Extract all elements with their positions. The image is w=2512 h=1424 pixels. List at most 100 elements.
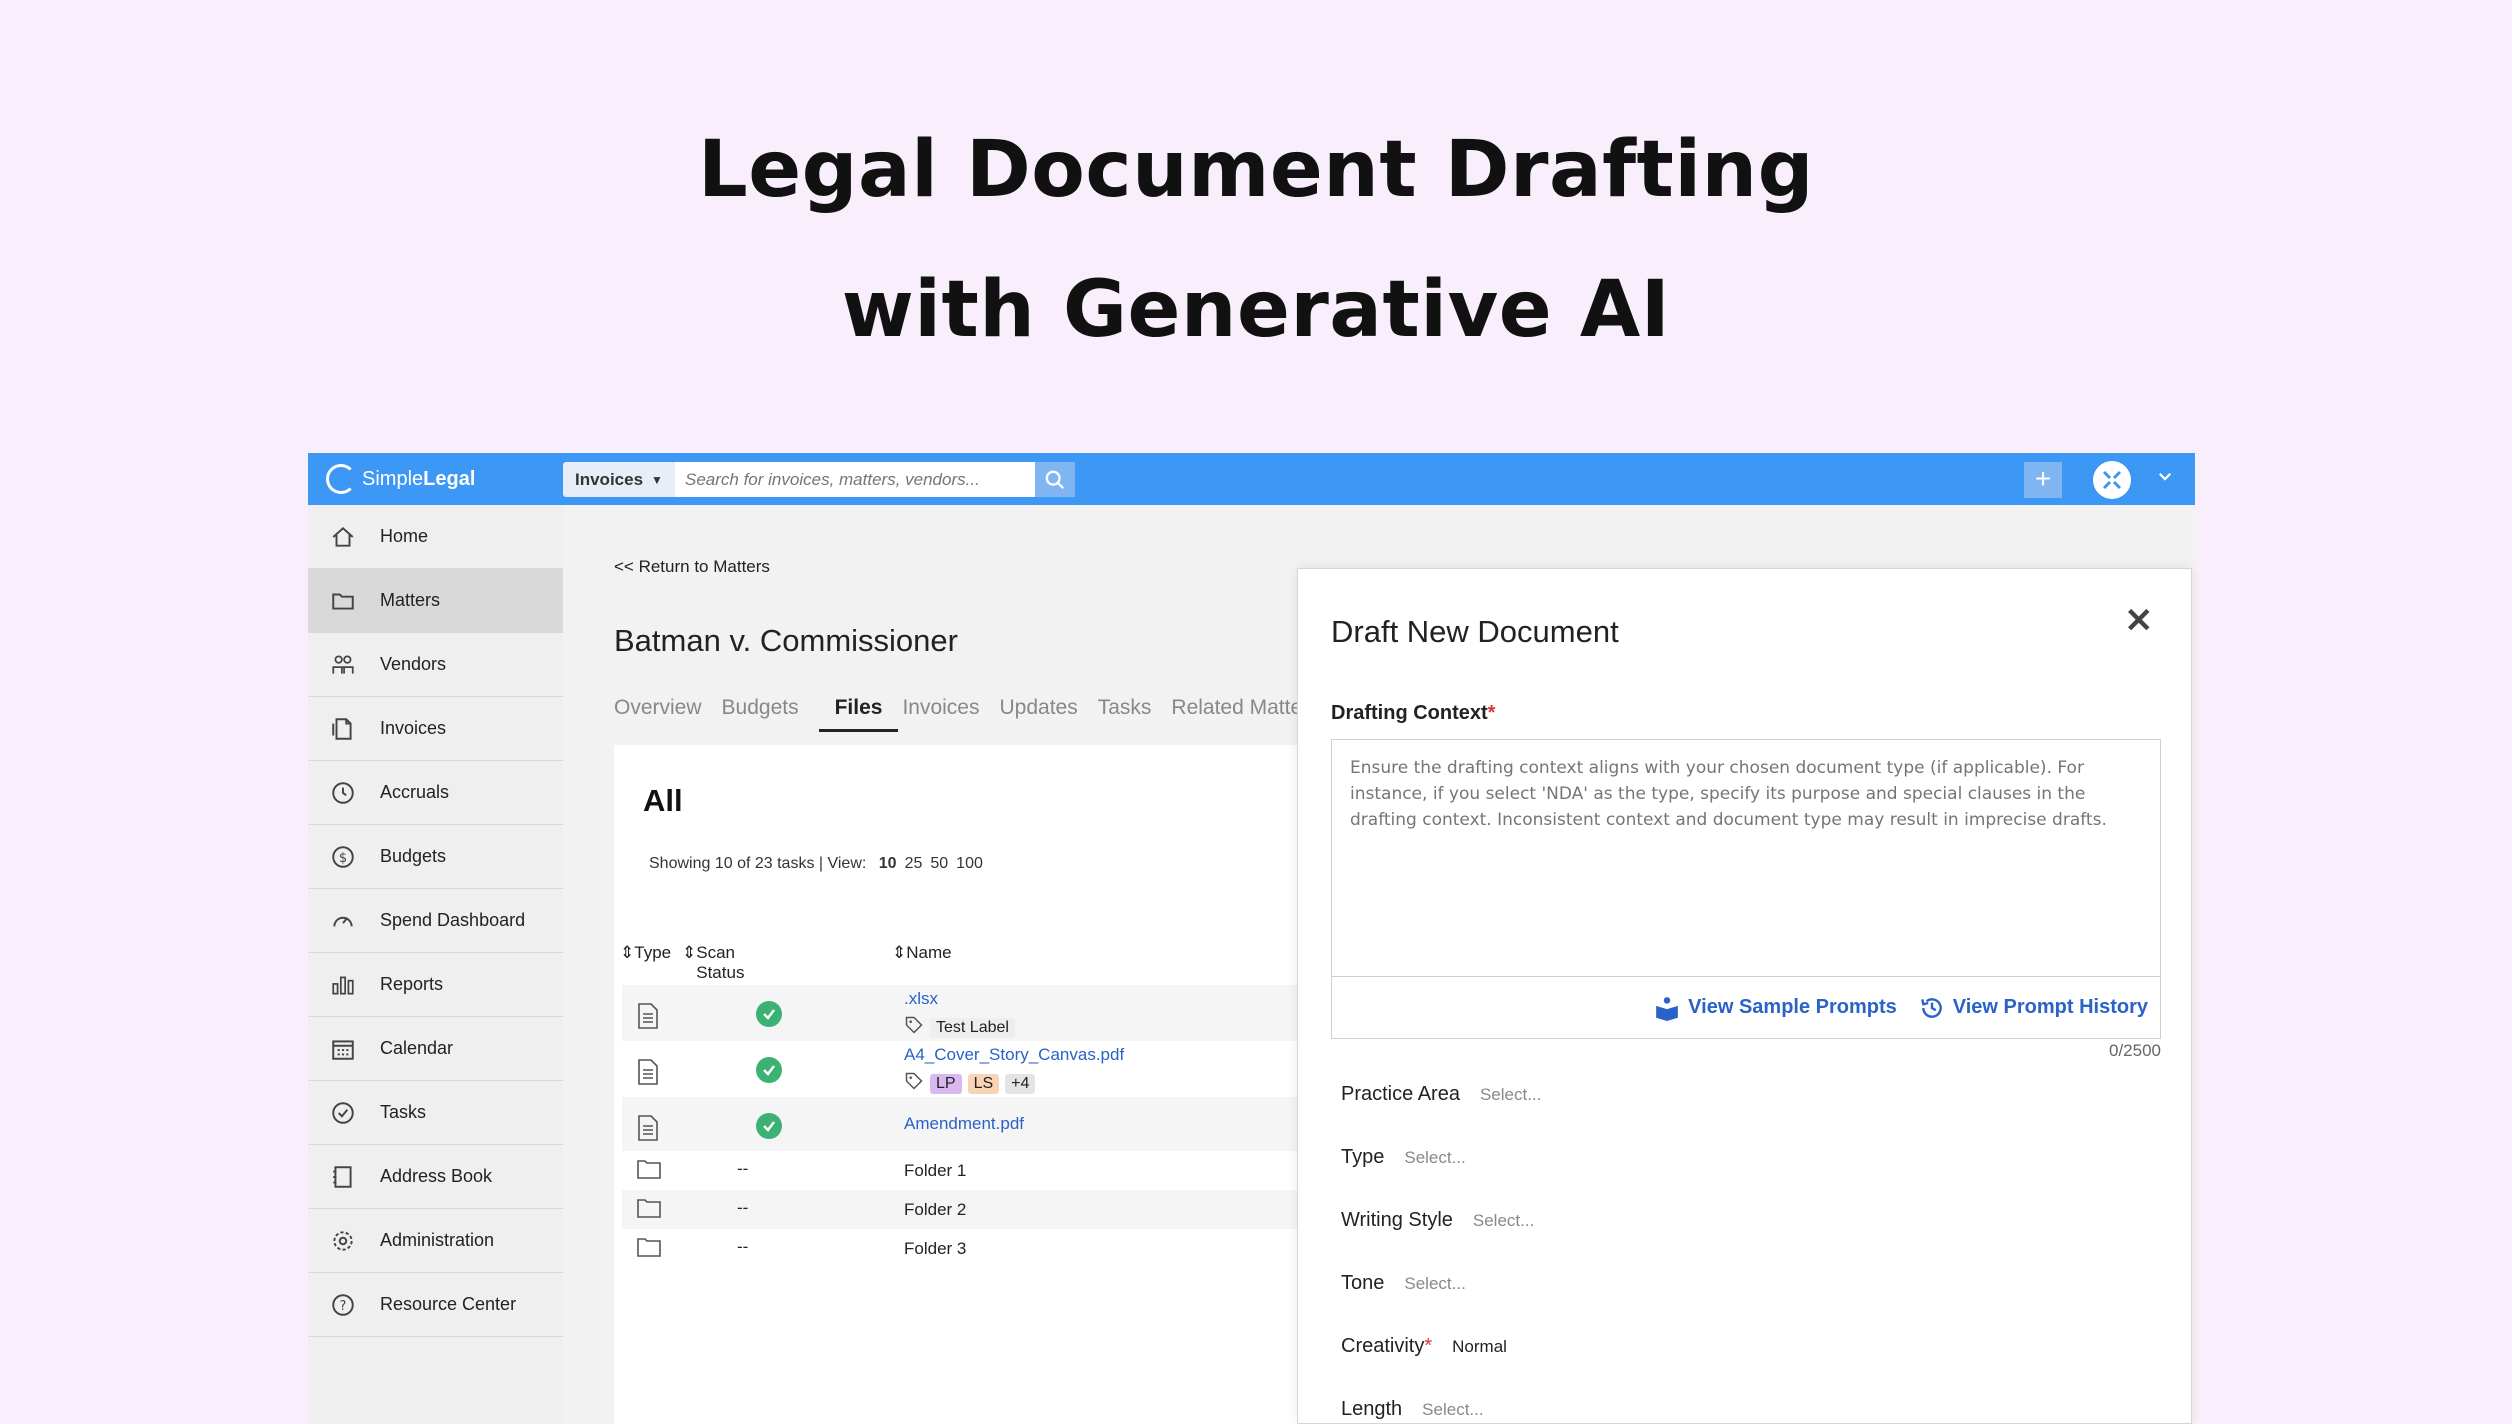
sidebar-item-resource-center[interactable]: ? Resource Center [308,1273,563,1337]
tab-tasks[interactable]: Tasks [1098,690,1168,732]
sort-type-header[interactable]: ⇕ Type [620,943,671,963]
check-circle-icon [330,1100,356,1126]
tag-chip[interactable]: +4 [1005,1073,1036,1094]
file-name[interactable]: Folder 2 [904,1200,966,1220]
file-name-link[interactable]: Amendment.pdf [904,1114,1024,1133]
sidebar-item-accruals[interactable]: Accruals [308,761,563,825]
sidebar-item-spend-dashboard[interactable]: Spend Dashboard [308,889,563,953]
showing-text: Showing 10 of 23 tasks | View: [649,855,867,872]
book-icon [330,1164,356,1190]
sidebar-item-address-book[interactable]: Address Book [308,1145,563,1209]
view-option-25[interactable]: 25 [905,855,923,872]
chevron-down-icon: ▼ [651,472,663,487]
file-name[interactable]: Folder 1 [904,1161,966,1181]
svg-text:?: ? [340,1298,347,1313]
folder-icon [637,1237,661,1262]
tab-invoices[interactable]: Invoices [902,690,995,732]
tag-chip[interactable]: Test Label [930,1017,1015,1038]
view-option-10[interactable]: 10 [879,855,897,872]
brand-light: Simple [362,467,424,490]
drafting-context-label: Drafting Context* [1331,702,1495,725]
view-prompt-history-button[interactable]: View Prompt History [1919,995,2148,1021]
creativity-select[interactable]: Normal [1452,1337,1507,1357]
tag-icon [904,1071,924,1096]
file-icon [637,1059,659,1090]
panel-title: Draft New Document [1331,614,1619,649]
sidebar-item-invoices[interactable]: Invoices [308,697,563,761]
sidebar-item-calendar[interactable]: Calendar [308,1017,563,1081]
view-prompt-history-label: View Prompt History [1952,996,2148,1018]
file-icon [637,1003,659,1034]
sidebar-item-matters[interactable]: Matters [308,569,563,633]
sort-name-header[interactable]: ⇕ Name [892,943,952,963]
table-row[interactable]: -- Folder 2 [622,1190,1334,1229]
avatar-logo-icon [2102,470,2122,490]
table-row[interactable]: A4_Cover_Story_Canvas.pdf LP LS +4 [622,1041,1334,1097]
svg-text:$: $ [339,850,347,865]
tag-chip[interactable]: LP [930,1073,962,1094]
view-option-50[interactable]: 50 [930,855,948,872]
file-tags: LP LS +4 [904,1071,1124,1096]
folder-icon [637,1198,661,1223]
hero-line-1: Legal Document Drafting [698,125,1814,215]
brand-logo[interactable]: SimpleLegal [326,464,475,494]
type-select[interactable]: Select... [1404,1148,1465,1168]
hero-line-2: with Generative AI [841,265,1671,355]
sort-scan-status-header[interactable]: ⇕ Scan Status [682,943,744,982]
user-avatar[interactable] [2093,461,2131,499]
writing-style-select[interactable]: Select... [1473,1211,1534,1231]
file-name-link[interactable]: .xlsx [904,989,938,1008]
tone-select[interactable]: Select... [1404,1274,1465,1294]
file-name-link[interactable]: A4_Cover_Story_Canvas.pdf [904,1045,1124,1064]
sidebar-item-label: Administration [380,1230,495,1250]
dollar-icon: $ [330,844,356,870]
sidebar-item-vendors[interactable]: Vendors [308,633,563,697]
table-row[interactable]: .xlsx Test Label [622,985,1334,1041]
add-button[interactable]: + [2024,462,2062,498]
files-heading: All [643,783,683,818]
help-icon: ? [330,1292,356,1318]
sidebar-item-administration[interactable]: Administration [308,1209,563,1273]
sidebar-item-reports[interactable]: Reports [308,953,563,1017]
search-button[interactable] [1035,462,1075,497]
clock-icon [330,780,356,806]
table-row[interactable]: Amendment.pdf [622,1097,1334,1151]
practice-area-select[interactable]: Select... [1480,1085,1541,1105]
sidebar-item-tasks[interactable]: Tasks [308,1081,563,1145]
table-row[interactable]: -- Folder 3 [622,1229,1334,1268]
tone-label: Tone [1341,1272,1385,1294]
creativity-label: Creativity* [1341,1335,1432,1358]
drafting-context-input[interactable] [1332,740,2160,976]
drafting-context-text: Drafting Context [1331,702,1488,724]
history-icon [1920,997,1942,1018]
sidebar-item-label: Reports [380,974,444,994]
gauge-icon [330,908,356,934]
search-scope-select[interactable]: Invoices ▼ [563,462,675,497]
view-option-100[interactable]: 100 [956,855,983,872]
user-menu-chevron-icon[interactable] [2156,467,2174,490]
drafting-context-box: View Sample Prompts View Prompt History [1331,739,2161,1039]
calendar-icon [330,1036,356,1062]
practice-area-field: Practice Area Select... [1341,1083,1541,1106]
required-marker: * [1487,702,1496,724]
tab-updates[interactable]: Updates [1000,690,1094,732]
tab-overview[interactable]: Overview [614,690,718,732]
type-label: Type [1341,1146,1385,1168]
sidebar-item-budgets[interactable]: $ Budgets [308,825,563,889]
gear-icon [330,1228,356,1254]
draft-document-panel: Draft New Document ✕ Drafting Context* V… [1297,568,2192,1424]
tab-budgets[interactable]: Budgets [722,690,815,732]
tag-chip[interactable]: LS [967,1073,1000,1094]
table-row[interactable]: -- Folder 1 [622,1151,1334,1190]
file-name[interactable]: Folder 3 [904,1239,966,1259]
tab-files[interactable]: Files [818,690,899,732]
close-icon[interactable]: ✕ [2125,601,2154,641]
writing-style-label: Writing Style [1341,1209,1453,1231]
view-sample-prompts-button[interactable]: View Sample Prompts [1654,995,1897,1021]
length-select[interactable]: Select... [1422,1400,1483,1420]
sidebar-item-label: Resource Center [380,1294,517,1314]
return-to-matters-link[interactable]: << Return to Matters [614,557,770,577]
logo-icon [326,464,356,494]
sidebar-item-home[interactable]: Home [308,505,563,569]
search-input[interactable] [675,462,1035,497]
